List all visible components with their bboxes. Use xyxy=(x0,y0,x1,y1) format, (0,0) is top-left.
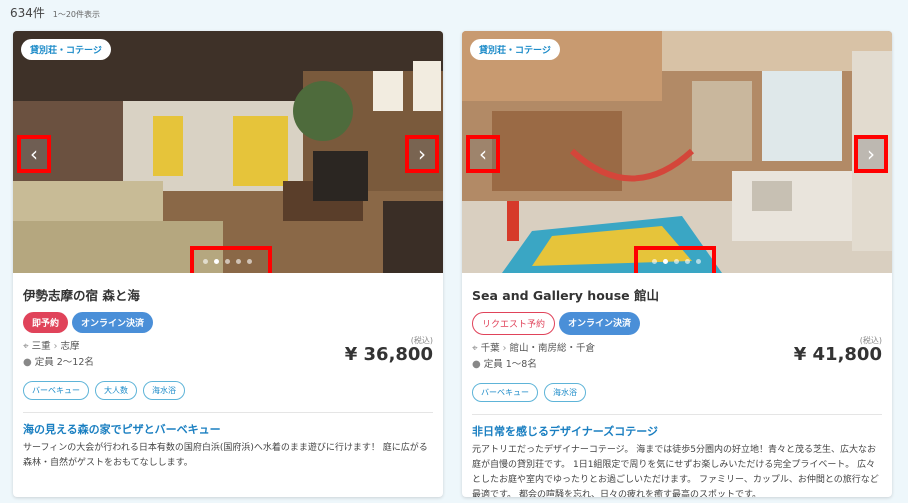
next-photo-button[interactable]: › xyxy=(854,135,888,173)
listing-title[interactable]: Sea and Gallery house 館山 xyxy=(472,285,882,304)
photo-dot[interactable] xyxy=(674,259,679,264)
divider xyxy=(472,414,882,415)
request-booking-badge: リクエスト予約 xyxy=(472,312,556,335)
prev-photo-button[interactable]: ‹ xyxy=(17,135,51,173)
listing-card[interactable]: 貸別荘・コテージ ‹ › 伊勢志摩の宿 森と海 即予約 オンライン決済 ⌖ 三重 ›… xyxy=(13,31,443,497)
capacity: 定員 1〜8名 xyxy=(483,359,537,370)
photo-dot[interactable] xyxy=(685,259,690,264)
listing-description: サーフィンの大会が行われる日本有数の国府白浜(国府浜)へ水着のまま遊びに行けます… xyxy=(23,443,428,468)
photo-bedroom xyxy=(13,31,443,273)
online-payment-badge: オンライン決済 xyxy=(559,312,641,335)
listing-card[interactable]: 貸別荘・コテージ ‹ › Sea and Gallery house 館山 リク… xyxy=(462,31,892,497)
location-pref: 三重 xyxy=(31,341,51,352)
type-badge: 貸別荘・コテージ xyxy=(21,39,111,60)
listing-photo[interactable]: 貸別荘・コテージ ‹ › xyxy=(462,31,892,273)
location-area: 館山・南房総・千倉 xyxy=(509,343,595,354)
chevron-left-icon: ‹ xyxy=(30,142,38,166)
instant-booking-badge: 即予約 xyxy=(23,312,69,333)
results-count-number: 634件 xyxy=(10,6,45,20)
results-range: 1〜20件表示 xyxy=(52,10,101,19)
tag-swimming[interactable]: 海水浴 xyxy=(544,383,586,402)
chevron-right-icon: › xyxy=(502,343,507,354)
photo-dot-active[interactable] xyxy=(214,259,219,264)
listing-headline[interactable]: 海の見える森の家でピザとバーベキュー xyxy=(23,421,433,437)
photo-dots xyxy=(203,259,252,264)
photo-dot[interactable] xyxy=(225,259,230,264)
divider xyxy=(23,412,433,413)
next-photo-button[interactable]: › xyxy=(405,135,439,173)
photo-living-room xyxy=(462,31,892,273)
chevron-left-icon: ‹ xyxy=(479,142,487,166)
photo-dot[interactable] xyxy=(247,259,252,264)
prev-photo-button[interactable]: ‹ xyxy=(466,135,500,173)
pin-icon: ⌖ xyxy=(23,341,29,352)
online-payment-badge: オンライン決済 xyxy=(72,312,154,333)
photo-dot[interactable] xyxy=(652,259,657,264)
price: ¥ 41,800 xyxy=(793,344,882,365)
photo-dots xyxy=(652,259,701,264)
tag-bbq[interactable]: バーベキュー xyxy=(23,381,89,400)
person-icon: ● xyxy=(472,359,481,370)
results-count: 634件 1〜20件表示 xyxy=(10,4,100,21)
type-badge: 貸別荘・コテージ xyxy=(470,39,560,60)
person-icon: ● xyxy=(23,357,32,368)
price: ¥ 36,800 xyxy=(344,344,433,365)
tag-bbq[interactable]: バーベキュー xyxy=(472,383,538,402)
chevron-right-icon: › xyxy=(53,341,58,352)
photo-dot[interactable] xyxy=(236,259,241,264)
tag-swimming[interactable]: 海水浴 xyxy=(143,381,185,400)
listing-photo[interactable]: 貸別荘・コテージ ‹ › xyxy=(13,31,443,273)
listing-title[interactable]: 伊勢志摩の宿 森と海 xyxy=(23,285,433,304)
location-area: 志摩 xyxy=(60,341,80,352)
pin-icon: ⌖ xyxy=(472,343,478,354)
photo-dot[interactable] xyxy=(696,259,701,264)
photo-dot-active[interactable] xyxy=(663,259,668,264)
location-pref: 千葉 xyxy=(480,343,500,354)
listing-headline[interactable]: 非日常を感じるデザイナーズコテージ xyxy=(472,423,882,439)
chevron-right-icon: › xyxy=(418,142,426,166)
tag-large-group[interactable]: 大人数 xyxy=(95,381,137,400)
capacity: 定員 2〜12名 xyxy=(34,357,94,368)
listing-description: 元アトリエだったデザイナーコテージ。 海までは徒歩5分圏内の好立地！青々と茂る芝… xyxy=(472,445,879,497)
chevron-right-icon: › xyxy=(867,142,875,166)
photo-dot[interactable] xyxy=(203,259,208,264)
